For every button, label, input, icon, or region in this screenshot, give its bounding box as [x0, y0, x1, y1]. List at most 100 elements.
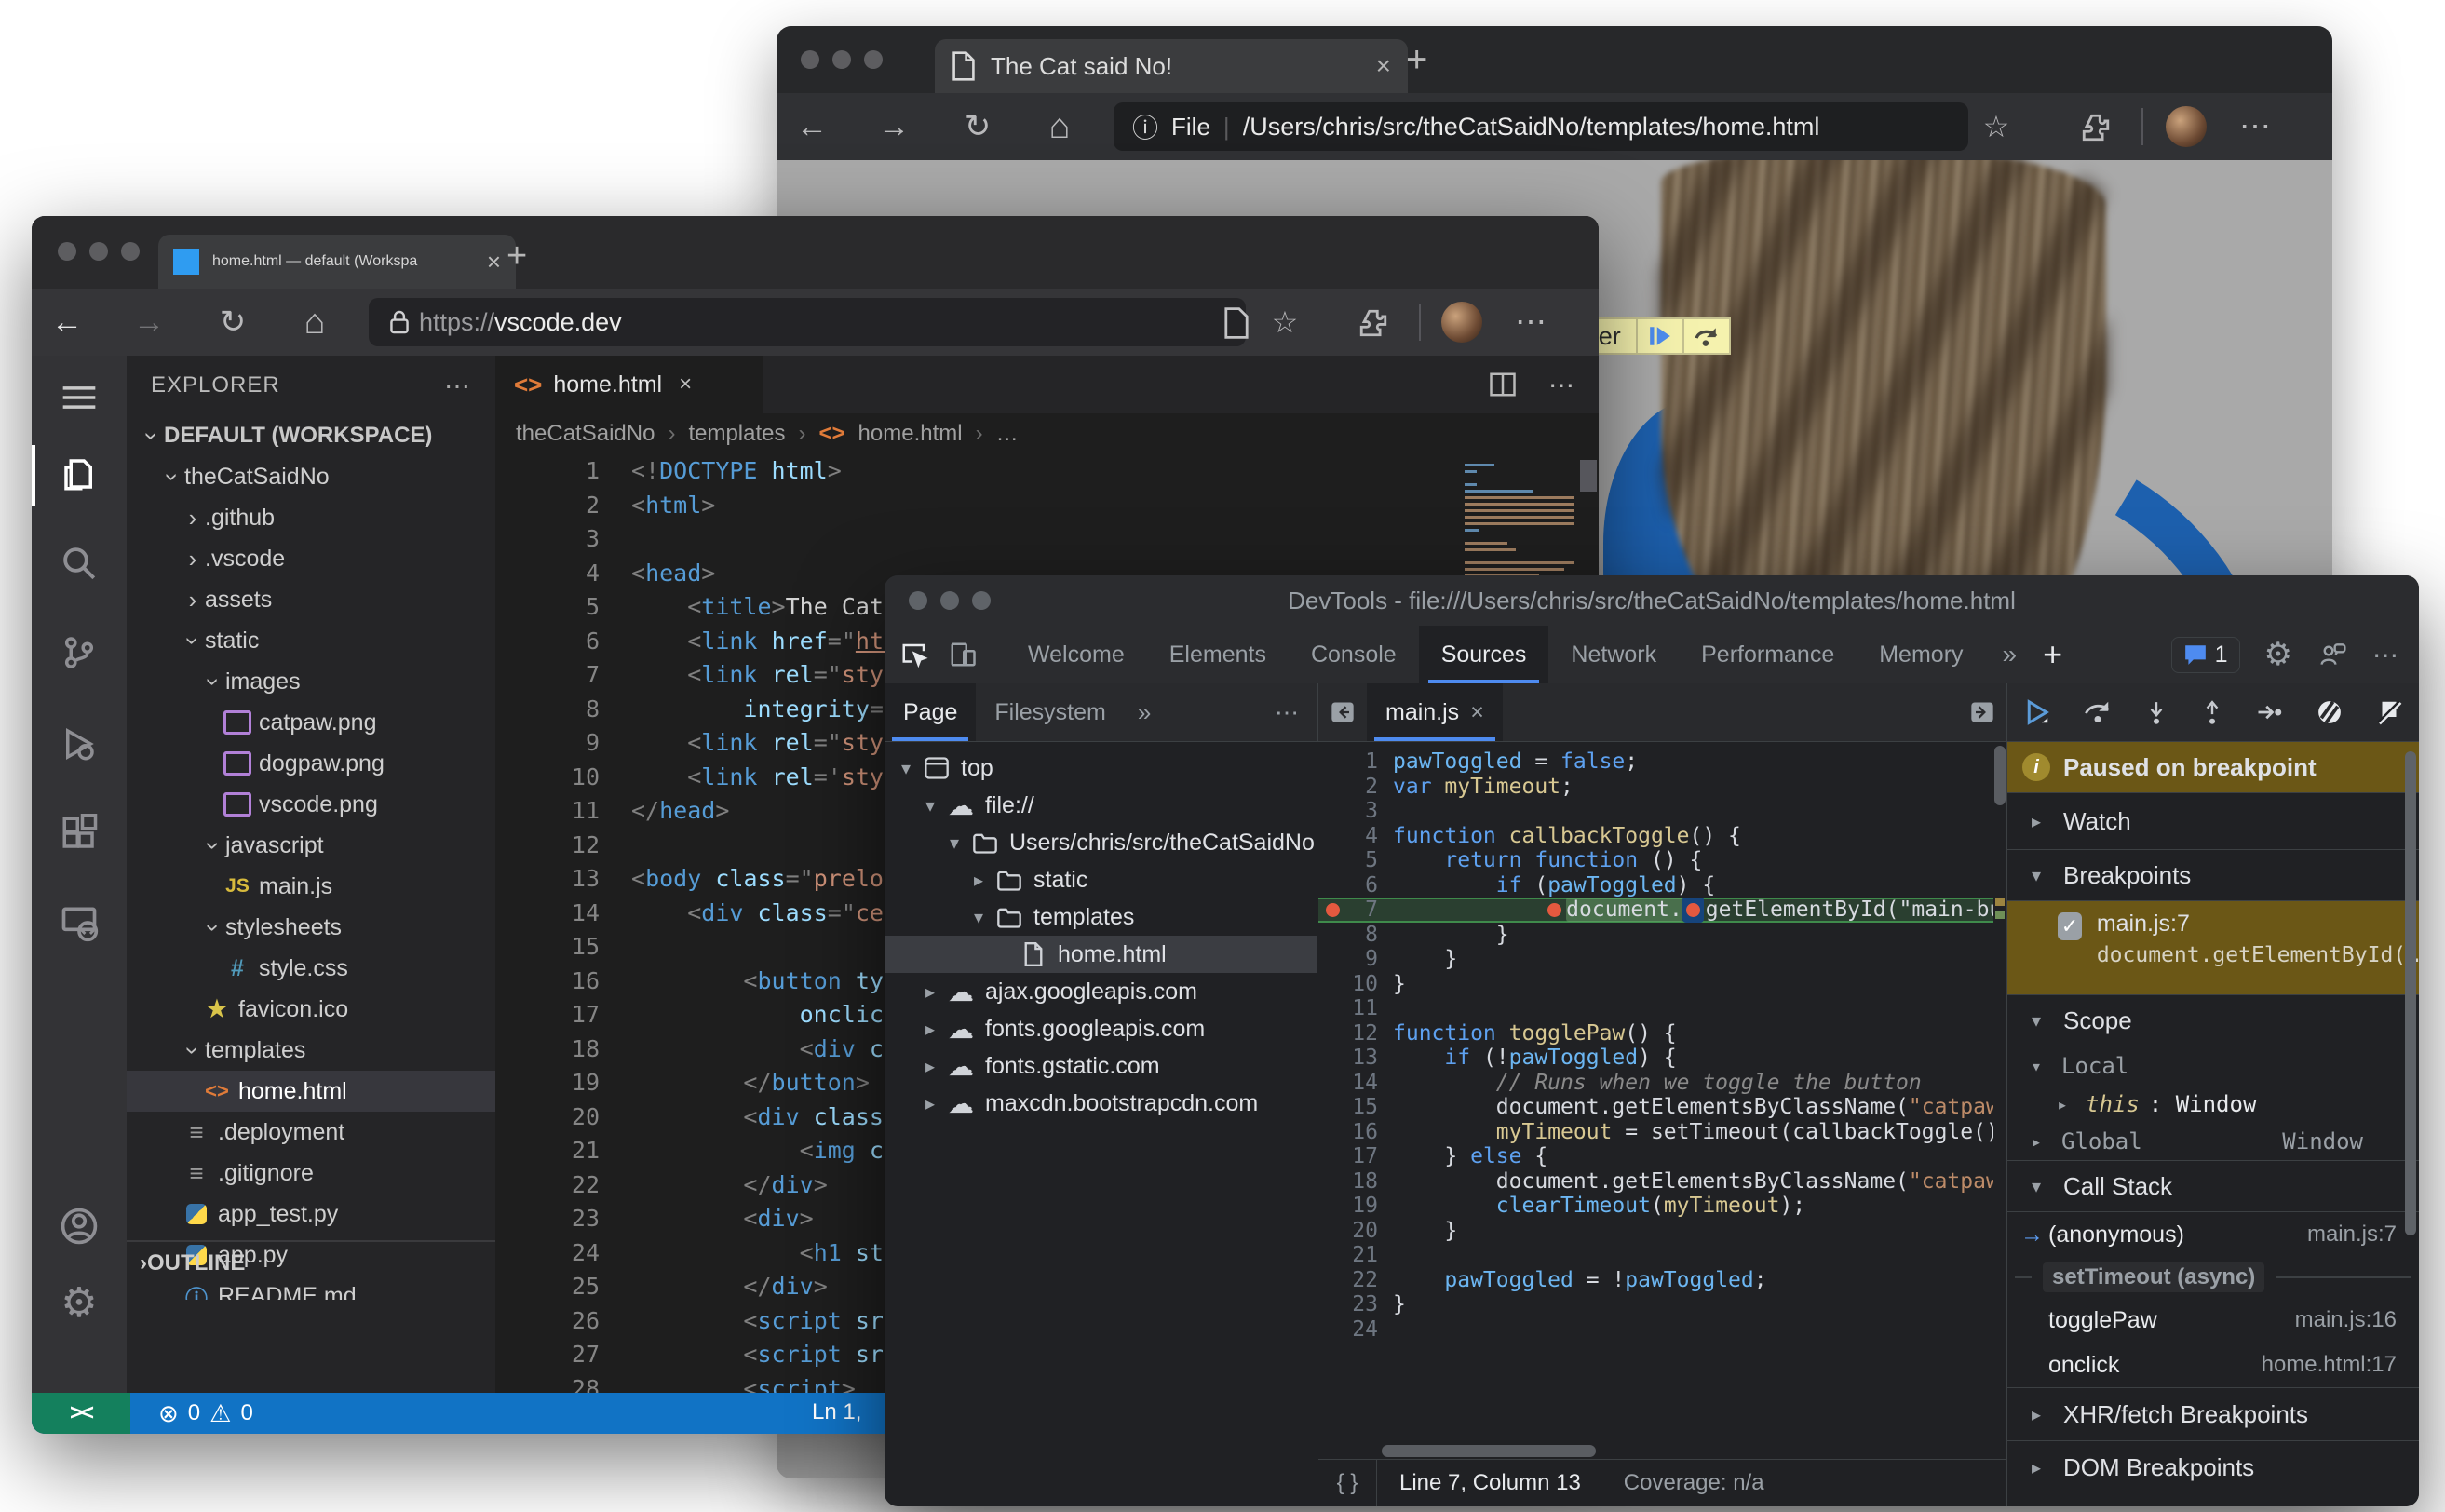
tree-item--gitignore[interactable]: ≡ .gitignore [127, 1153, 495, 1194]
line-number[interactable]: 8 [1318, 923, 1393, 948]
breadcrumb-item[interactable]: theCatSaidNo [516, 421, 655, 447]
line-number[interactable]: 4 [495, 557, 631, 591]
back-icon[interactable]: ← [47, 296, 88, 348]
tree-item-vscode-png[interactable]: vscode.png [127, 784, 495, 825]
scope-section-header[interactable]: ▾ Scope [2007, 995, 2419, 1046]
line-number[interactable]: 16 [495, 965, 631, 999]
line-number[interactable]: 15 [1318, 1095, 1393, 1120]
profile-avatar[interactable] [1441, 302, 1482, 343]
deactivate-breakpoints-icon[interactable] [2316, 698, 2344, 726]
problems-indicator[interactable]: ⊗ 0 ⚠ 0 [158, 1393, 253, 1434]
browser-tab[interactable]: The Cat said No! × [935, 39, 1408, 93]
reload-icon[interactable]: ↻ [957, 101, 998, 153]
panel-tab-network[interactable]: Network [1548, 626, 1679, 683]
breadcrumb-item[interactable]: home.html [858, 421, 963, 447]
inline-breakpoint-dot[interactable] [1547, 903, 1562, 917]
line-number[interactable]: 14 [1318, 1071, 1393, 1096]
collapse-navigator-icon[interactable] [1318, 683, 1367, 741]
navigator-item-home-html[interactable]: home.html [885, 936, 1317, 973]
reload-icon[interactable]: ↻ [212, 296, 253, 348]
favorite-star-icon[interactable]: ☆ [1264, 296, 1305, 348]
minimize-window-icon[interactable] [940, 591, 959, 610]
show-debugger-icon[interactable] [1958, 683, 2006, 741]
scope-global-row[interactable]: ▸ Global Window [2007, 1123, 2419, 1160]
line-number[interactable]: 6 [495, 625, 631, 659]
line-number[interactable]: 24 [495, 1236, 631, 1271]
code-scrollbar[interactable] [1993, 742, 2006, 1447]
navigator-item-ajax-googleapis-com[interactable]: ▸ ☁ ajax.googleapis.com [885, 973, 1317, 1010]
line-number[interactable]: 17 [495, 998, 631, 1033]
line-number[interactable]: 13 [1318, 1046, 1393, 1071]
line-number[interactable]: 1 [495, 454, 631, 489]
tree-item-default-workspace-[interactable]: › DEFAULT (WORKSPACE) [127, 415, 495, 456]
close-tab-icon[interactable]: × [1376, 51, 1391, 81]
line-number[interactable]: 9 [1318, 947, 1393, 972]
step-over-icon[interactable] [2083, 698, 2113, 726]
line-number[interactable]: 3 [1318, 799, 1393, 824]
cursor-position[interactable]: Ln 1, [812, 1399, 861, 1425]
close-editor-icon[interactable]: × [679, 371, 692, 398]
line-number[interactable]: 5 [1318, 848, 1393, 873]
browser-tab[interactable]: home.html — default (Workspa × [158, 235, 516, 289]
breakpoint-entry[interactable]: ✓ main.js:7 document.getElementById(… [2007, 901, 2419, 995]
panel-tab-performance[interactable]: Performance [1679, 626, 1857, 683]
line-number[interactable]: 2 [1318, 775, 1393, 800]
minimap-slider[interactable] [1580, 460, 1597, 492]
navigator-item-users-chris-src-thecatsaidno[interactable]: ▾ Users/chris/src/theCatSaidNo [885, 824, 1317, 861]
navigator-menu-icon[interactable]: ⋯ [1275, 698, 1317, 727]
settings-gear-icon[interactable]: ⚙ [2264, 636, 2292, 673]
more-pane-tabs-icon[interactable]: » [1125, 698, 1164, 727]
line-number[interactable]: 10 [495, 761, 631, 795]
panel-tab-welcome[interactable]: Welcome [1006, 626, 1147, 683]
inline-breakpoint-dot[interactable] [1685, 903, 1700, 917]
navigator-item-templates[interactable]: ▾ templates [885, 898, 1317, 936]
xhr-breakpoints-header[interactable]: ▸ XHR/fetch Breakpoints [2007, 1387, 2419, 1441]
split-editor-icon[interactable] [1489, 371, 1517, 398]
source-control-icon[interactable] [32, 620, 127, 685]
profile-avatar[interactable] [2166, 106, 2207, 147]
line-number[interactable]: 18 [495, 1033, 631, 1067]
line-number[interactable]: 24 [1318, 1317, 1393, 1343]
outline-section-header[interactable]: › OUTLINE [127, 1240, 495, 1285]
line-number[interactable]: 22 [1318, 1268, 1393, 1293]
tree-item-favicon-ico[interactable]: ★ favicon.ico [127, 989, 495, 1030]
home-icon[interactable]: ⌂ [1039, 101, 1080, 153]
line-number[interactable]: 2 [495, 489, 631, 523]
breakpoint-checkbox[interactable]: ✓ [2058, 912, 2082, 940]
panel-tab-sources[interactable]: Sources [1418, 626, 1549, 683]
inspect-element-icon[interactable] [890, 626, 939, 683]
editor-tab-home-html[interactable]: <> home.html × [495, 356, 763, 413]
zoom-window-icon[interactable] [121, 242, 140, 261]
tree-item-style-css[interactable]: # style.css [127, 948, 495, 989]
line-number[interactable]: 23 [1318, 1292, 1393, 1317]
explorer-icon[interactable] [32, 441, 127, 506]
panel-tab-memory[interactable]: Memory [1857, 626, 1985, 683]
close-window-icon[interactable] [801, 50, 819, 69]
navigator-item-static[interactable]: ▸ static [885, 861, 1317, 898]
tree-item-dogpaw-png[interactable]: dogpaw.png [127, 743, 495, 784]
source-code[interactable]: 1 pawToggled = false; 2 var myTimeout; 3 4 fun… [1318, 749, 1993, 1342]
navigator-item-top[interactable]: ▾ top [885, 749, 1317, 787]
search-icon[interactable] [32, 531, 127, 596]
tree-item-assets[interactable]: › assets [127, 579, 495, 620]
line-number[interactable]: 21 [495, 1134, 631, 1168]
breadcrumb-item[interactable]: templates [688, 421, 785, 447]
scrollbar-thumb[interactable] [1382, 1445, 1596, 1457]
tree-item-main-js[interactable]: JS main.js [127, 866, 495, 907]
line-number[interactable]: 4 [1318, 824, 1393, 849]
favorite-star-icon[interactable]: ☆ [1976, 101, 2017, 153]
tree-item-catpaw-png[interactable]: catpaw.png [127, 702, 495, 743]
dom-breakpoints-header[interactable]: ▸ DOM Breakpoints [2007, 1441, 2419, 1493]
tree-item-static[interactable]: › static [127, 620, 495, 661]
address-bar[interactable]: https:// vscode.dev [369, 298, 1246, 346]
forward-icon[interactable]: → [128, 296, 169, 348]
sidebar-scrollbar[interactable] [2405, 751, 2416, 1235]
line-number[interactable]: 7 [495, 658, 631, 693]
horizontal-scrollbar[interactable] [1380, 1445, 1994, 1458]
line-number[interactable]: 20 [495, 1100, 631, 1135]
line-number[interactable]: 12 [495, 829, 631, 863]
zoom-window-icon[interactable] [864, 50, 883, 69]
tab-filesystem[interactable]: Filesystem [976, 683, 1124, 741]
remote-indicator[interactable]: >< [32, 1393, 130, 1434]
line-number[interactable]: 23 [495, 1202, 631, 1236]
